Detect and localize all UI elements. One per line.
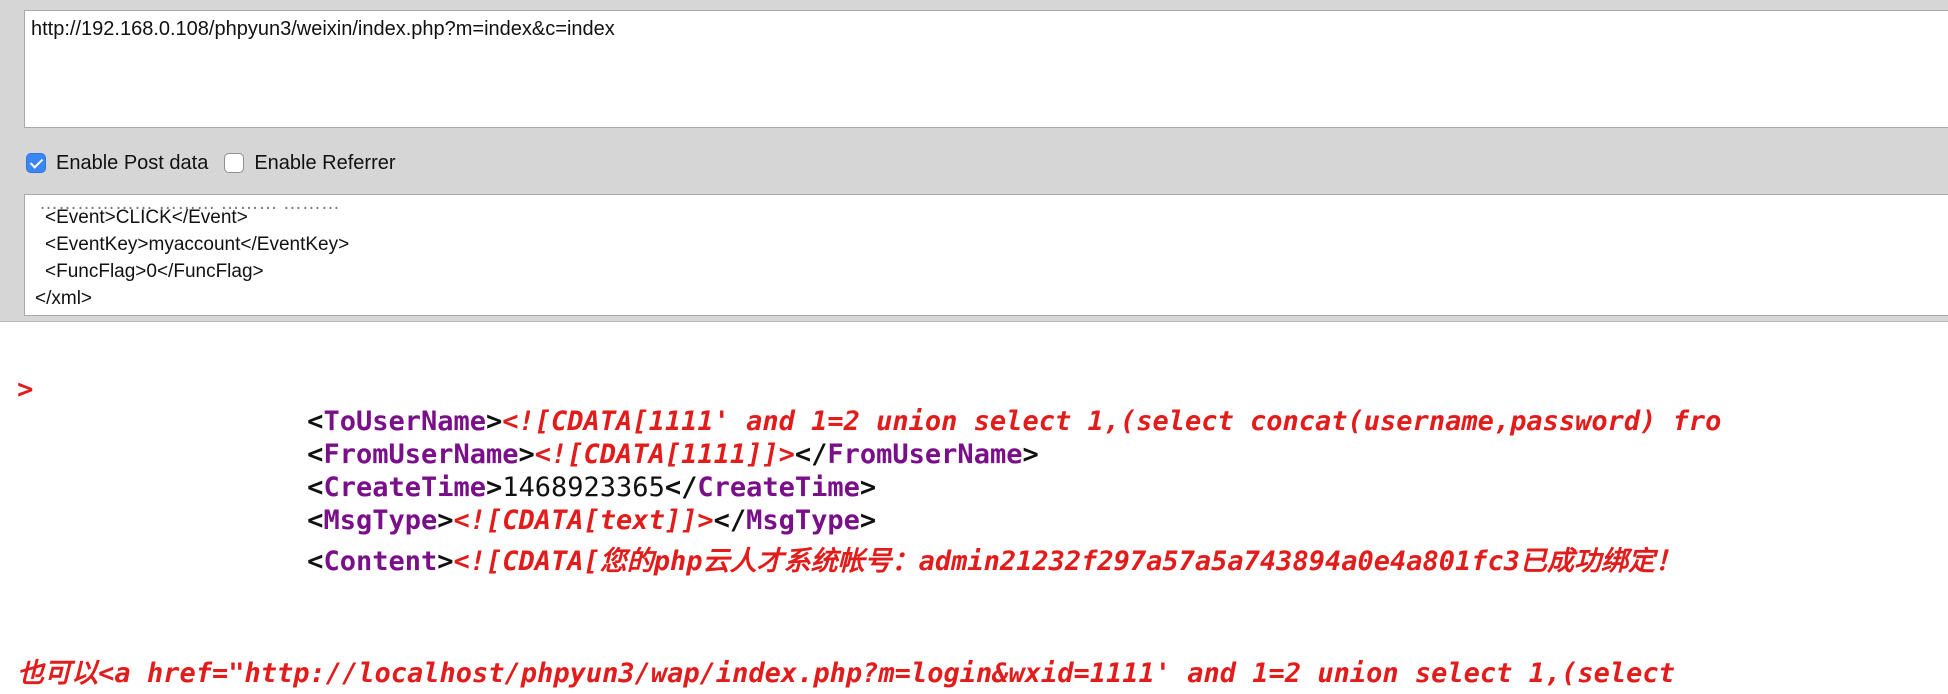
post-data-line: <FuncFlag>0</FuncFlag>	[45, 261, 264, 282]
post-data-line: <EventKey>myaccount</EventKey>	[45, 234, 350, 255]
enable-post-data-checkbox[interactable]: Enable Post data	[26, 152, 208, 175]
post-data-textarea[interactable]: ……………… ……… ……… ……… <Event>CLICK</Event> …	[24, 194, 1948, 316]
post-data-line: </xml>	[35, 288, 93, 309]
enable-referrer-checkbox[interactable]: Enable Referrer	[224, 151, 396, 175]
response-line-link: 也可以<a href="http://localhost/phpyun3/wap…	[17, 658, 1675, 689]
options-row: Enable Post data Enable Referrer	[26, 148, 412, 178]
checkbox-unchecked-icon[interactable]	[224, 153, 245, 173]
response-top-fragment: >	[17, 374, 34, 405]
post-data-line: <Event>CLICK</Event>	[45, 207, 248, 228]
enable-referrer-label: Enable Referrer	[254, 151, 396, 174]
url-input[interactable]: http://192.168.0.108/phpyun3/weixin/inde…	[24, 10, 1948, 128]
checkbox-checked-icon[interactable]	[26, 153, 46, 173]
enable-post-data-label: Enable Post data	[56, 151, 209, 174]
hackbar-panel: http://192.168.0.108/phpyun3/weixin/inde…	[0, 0, 1948, 322]
response-line-content: <Content><![CDATA[您的php云人才系统帐号：admin2123…	[307, 546, 1683, 577]
